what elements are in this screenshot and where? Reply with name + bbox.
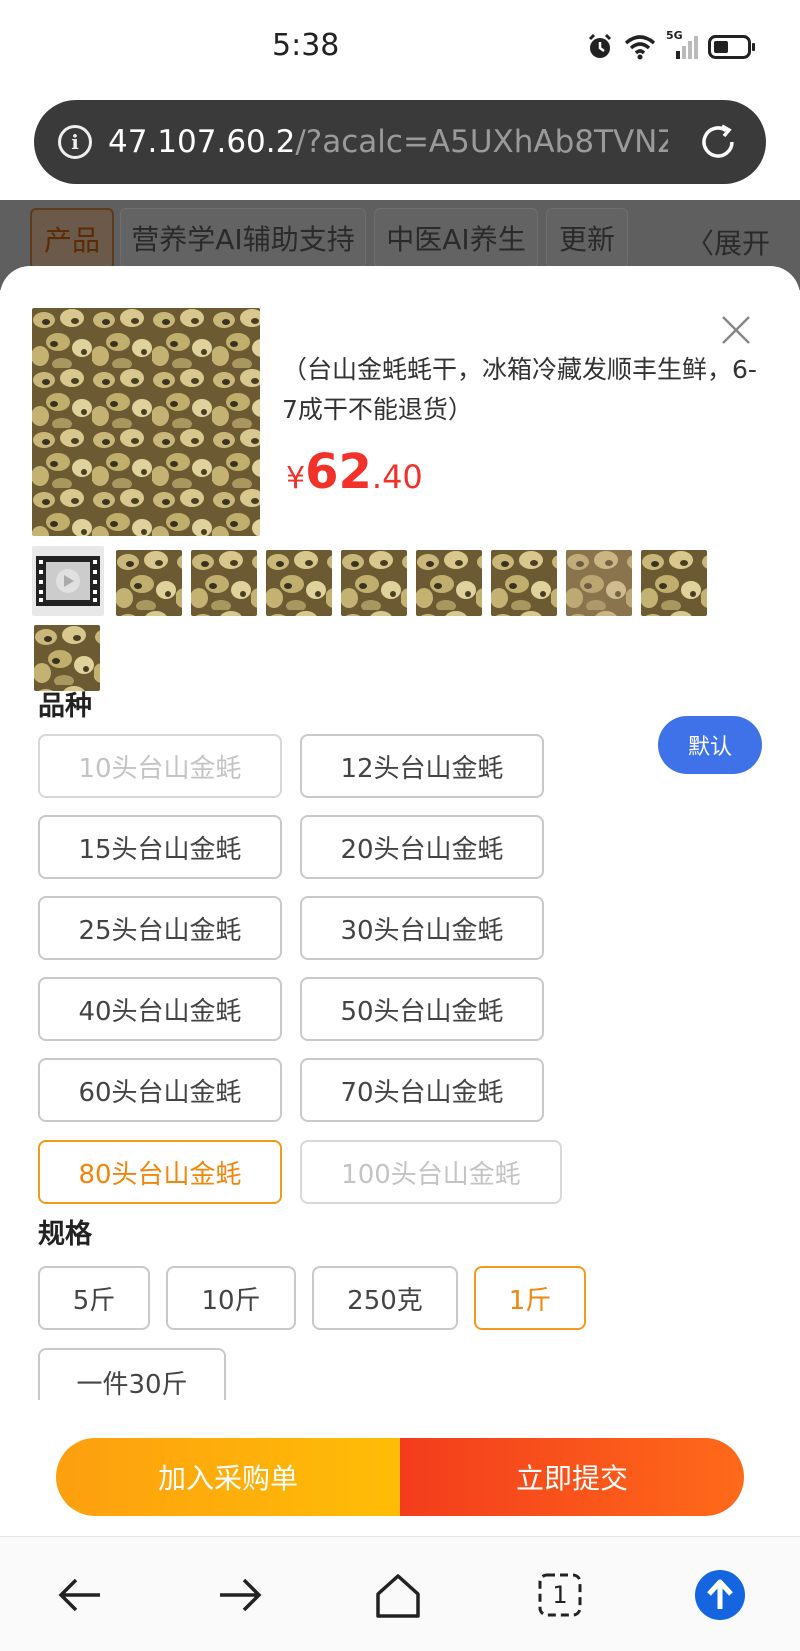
variety-option[interactable]: 10头台山金蚝 (38, 734, 282, 798)
reload-icon[interactable] (696, 120, 740, 164)
thumbnail-image[interactable] (34, 625, 100, 691)
thumbnail-image[interactable] (266, 550, 332, 616)
price-decimal: .40 (371, 458, 423, 496)
variety-option[interactable]: 20头台山金蚝 (300, 815, 544, 879)
variety-option[interactable]: 50头台山金蚝 (300, 977, 544, 1041)
browser-toolbar: i 47.107.60.2/?acalc=A5UXhAb8TVNZ# (0, 92, 800, 200)
default-button[interactable]: 默认 (658, 716, 762, 774)
spec-label: 规格 (38, 1219, 92, 1250)
tab-count: 1 (552, 1581, 568, 1609)
signal-icon: 5G (666, 29, 698, 61)
home-button[interactable] (368, 1565, 428, 1625)
variety-option[interactable]: 12头台山金蚝 (300, 734, 544, 798)
variety-option[interactable]: 100头台山金蚝 (300, 1140, 562, 1204)
thumbnail-image[interactable] (491, 550, 557, 616)
url-path: /?acalc=A5UXhAb8TVNZ# (295, 124, 668, 160)
arrow-up-circle-icon (695, 1570, 745, 1620)
price-integer: 62 (305, 444, 372, 500)
thumbnail-image[interactable] (191, 550, 257, 616)
submit-order-button[interactable]: 立即提交 (400, 1438, 744, 1516)
variety-option[interactable]: 40头台山金蚝 (38, 977, 282, 1041)
product-price: ¥62.40 (286, 444, 423, 500)
product-main-image (32, 308, 260, 536)
purchase-action-bar: 加入采购单 立即提交 (56, 1438, 744, 1516)
site-info-icon[interactable]: i (58, 125, 92, 159)
expand-tabs-button[interactable]: 〈展开 (686, 222, 770, 262)
variety-option-selected[interactable]: 80头台山金蚝 (38, 1140, 282, 1204)
thumbnail-image[interactable] (566, 550, 632, 616)
spec-option[interactable]: 一件30斤 (38, 1348, 226, 1400)
variety-option[interactable]: 60头台山金蚝 (38, 1058, 282, 1122)
thumbnail-image[interactable] (416, 550, 482, 616)
variety-option[interactable]: 70头台山金蚝 (300, 1058, 544, 1122)
url-host: 47.107.60.2 (108, 124, 296, 160)
status-time: 5:38 (272, 28, 340, 63)
spec-option-selected[interactable]: 1斤 (474, 1266, 586, 1330)
thumbnail-image[interactable] (641, 550, 707, 616)
wifi-icon (624, 35, 656, 60)
tab-updates[interactable]: 更新 (546, 208, 628, 268)
video-thumbnail[interactable] (32, 546, 104, 616)
variety-option[interactable]: 30头台山金蚝 (300, 896, 544, 960)
spec-option[interactable]: 250克 (312, 1266, 458, 1330)
scroll-top-button[interactable] (690, 1565, 750, 1625)
tab-products[interactable]: 产品 (30, 208, 114, 270)
thumbnail-image[interactable] (341, 550, 407, 616)
spec-option[interactable]: 10斤 (166, 1266, 296, 1330)
add-to-cart-button[interactable]: 加入采购单 (56, 1438, 400, 1516)
tab-tcm-ai[interactable]: 中医AI养生 (374, 208, 538, 268)
alarm-icon (588, 33, 612, 58)
variety-label: 品种 (38, 691, 92, 722)
browser-bottom-nav: 1 (0, 1536, 800, 1651)
spec-option[interactable]: 5斤 (38, 1266, 150, 1330)
status-bar: 5:38 5G (0, 0, 800, 92)
arrow-right-icon (220, 1578, 262, 1612)
back-button[interactable] (50, 1565, 110, 1625)
status-icons: 5G (586, 29, 756, 64)
arrow-left-icon (58, 1578, 100, 1612)
price-currency: ¥ (286, 461, 306, 496)
product-title: （台山金蚝蚝干，冰箱冷藏发顺丰生鲜，6-7成干不能退货） (282, 355, 757, 424)
thumbnail-image[interactable] (116, 550, 182, 616)
tabs-button[interactable]: 1 (530, 1565, 590, 1625)
product-options-sheet: （台山金蚝蚝干，冰箱冷藏发顺丰生鲜，6-7成干不能退货） ¥62.40 品种 默… (0, 266, 800, 1536)
close-icon[interactable] (720, 314, 752, 346)
video-play-icon (36, 556, 100, 606)
url-text[interactable]: 47.107.60.2/?acalc=A5UXhAb8TVNZ# (108, 124, 668, 160)
home-icon (376, 1574, 420, 1618)
address-bar[interactable]: i 47.107.60.2/?acalc=A5UXhAb8TVNZ# (34, 100, 766, 184)
battery-icon (708, 35, 755, 59)
tab-nutrition-ai[interactable]: 营养学AI辅助支持 (120, 208, 366, 268)
forward-button[interactable] (210, 1565, 270, 1625)
variety-option[interactable]: 15头台山金蚝 (38, 815, 282, 879)
variety-option[interactable]: 25头台山金蚝 (38, 896, 282, 960)
